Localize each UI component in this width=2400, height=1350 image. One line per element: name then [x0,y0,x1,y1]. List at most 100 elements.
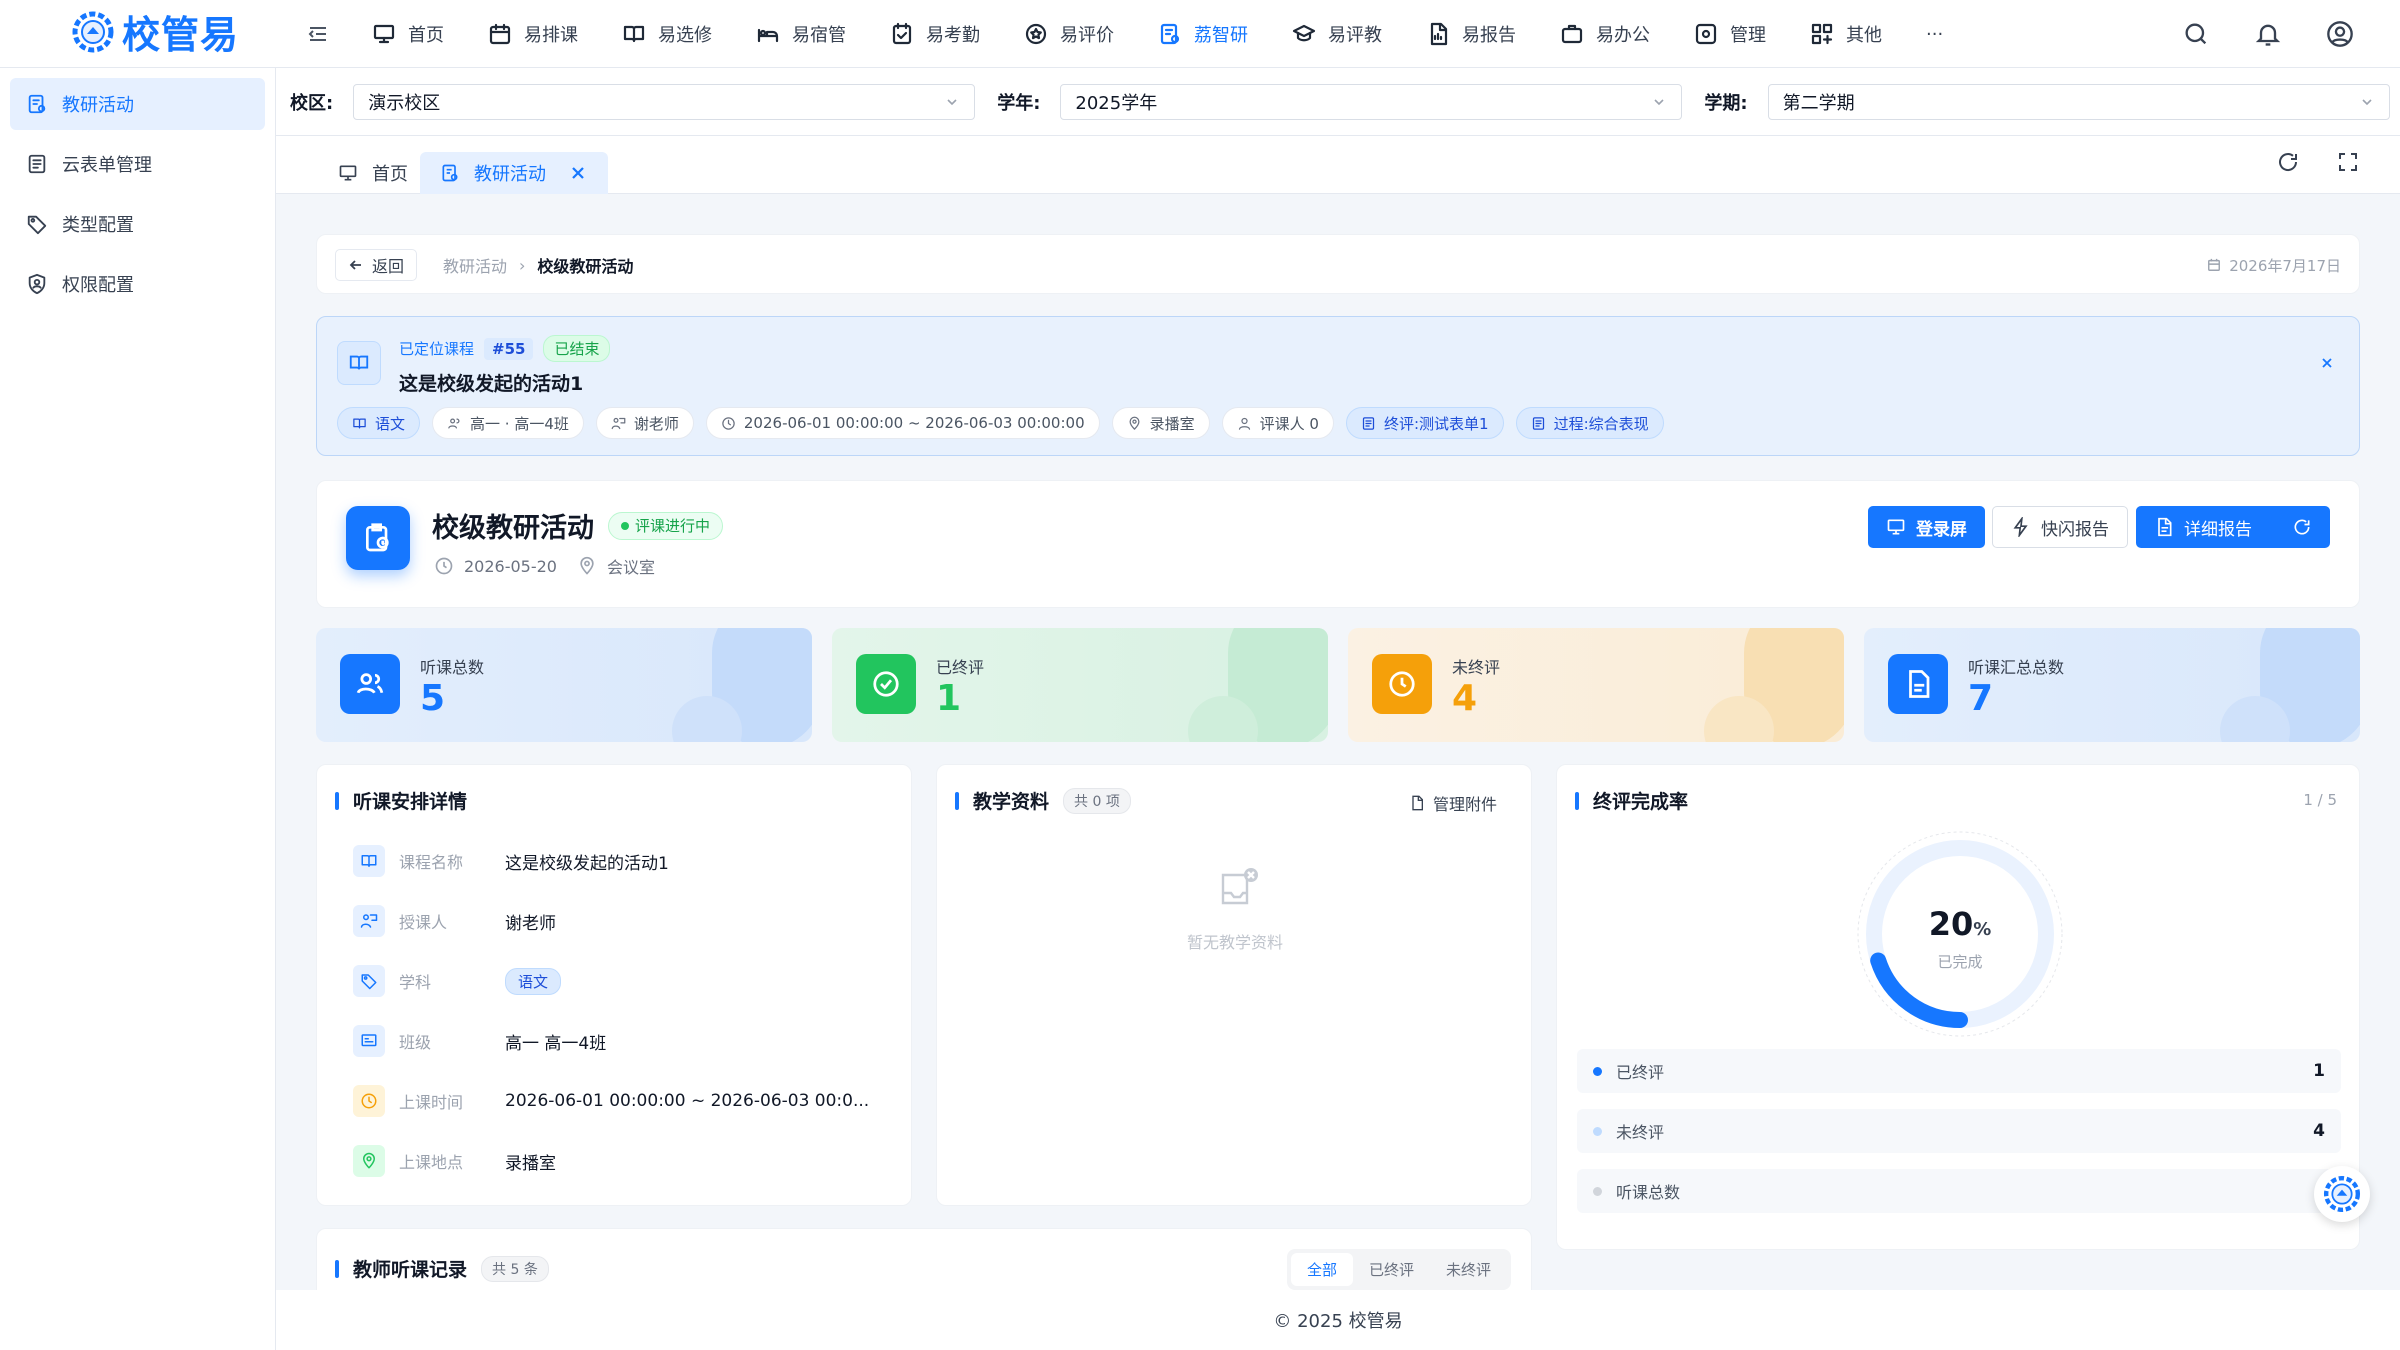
legend-dot [1593,1186,1602,1196]
nav-item-0[interactable]: 首页 [372,0,444,68]
legend-row: 已终评 1 [1577,1049,2341,1093]
schedule-row-value: 高一 高一4班 [505,1033,607,1054]
refresh-icon[interactable] [2276,150,2300,174]
people-icon [447,416,462,431]
nav-item-4[interactable]: 易考勤 [890,0,980,68]
top-navigation-bar: 校管易 首页 易排课 易选修 易宿管 易考勤 易评价 荔智研 易评教 易报告 易办公 管理 其他 ··· [0,0,2400,68]
year-label: 学年: [997,92,1041,114]
schedule-row-value: 录播室 [505,1153,556,1174]
chip-text: 评课人 0 [1259,414,1319,433]
location-icon [577,556,597,576]
nav-item-1[interactable]: 易排课 [488,0,578,68]
nav-item-12[interactable]: ··· [1926,0,1943,68]
nav-item-8[interactable]: 易报告 [1426,0,1516,68]
nav-item-5[interactable]: 易评价 [1024,0,1114,68]
sidebar-item-1[interactable]: 云表单管理 [10,138,265,190]
nav-item-7[interactable]: 易评教 [1292,0,1382,68]
chip-text: 高一 · 高一4班 [470,414,569,433]
nav-label: 易报告 [1462,25,1516,46]
floating-assistant-button[interactable] [2314,1166,2370,1222]
activity-meta: 2026-05-20 会议室 [434,554,655,578]
records-title-text: 教师听课记录 [353,1259,468,1281]
legend-dot [1593,1126,1602,1136]
document-icon [1888,654,1948,714]
page-date: 2026年7月17日 [2207,235,2341,295]
course-chip: 高一 · 高一4班 [432,407,584,439]
completion-value: 20% [1855,905,2065,943]
brand-logo[interactable]: 校管易 [68,4,239,59]
nav-label: 易选修 [658,25,712,46]
breadcrumb-parent[interactable]: 教研活动 [443,253,507,277]
briefcase-icon [1560,22,1584,46]
nav-item-6[interactable]: 荔智研 [1158,0,1248,68]
materials-title-text: 教学资料 [973,791,1050,813]
clock-icon [434,556,454,576]
stat-card-total: 听课总数 5 [316,628,812,742]
course-chip: 谢老师 [595,407,694,439]
nav-item-10[interactable]: 管理 [1694,0,1766,68]
close-icon[interactable] [2319,355,2335,371]
shield-user-icon [26,273,48,295]
sidebar-item-0[interactable]: 教研活动 [10,78,265,130]
location-icon [353,1145,385,1177]
status-badge: 已结束 [543,335,611,362]
user-avatar-icon[interactable] [2326,20,2354,48]
refresh-icon[interactable] [2292,517,2312,537]
star-badge-icon [1024,22,1048,46]
legend-label: 未终评 [1616,1123,1665,1142]
campus-select[interactable]: 演示校区 [353,83,976,120]
nav-item-11[interactable]: 其他 [1810,0,1882,68]
login-screen-button[interactable]: 登录屏 [1868,506,1985,548]
bed-icon [756,22,780,46]
year-select[interactable]: 2025学年 [1060,83,1683,120]
schedule-row: 学科 语文 [353,961,562,1001]
main-nav: 首页 易排课 易选修 易宿管 易考勤 易评价 荔智研 易评教 易报告 易办公 管理 其他 ··· [372,0,1987,68]
filter-pending[interactable]: 未终评 [1430,1253,1507,1286]
nav-item-9[interactable]: 易办公 [1560,0,1650,68]
sidebar-item-2[interactable]: 类型配置 [10,198,265,250]
schedule-row-value: 这是校级发起的活动1 [505,853,669,874]
legend-dot [1593,1066,1602,1076]
sidebar-item-label: 权限配置 [62,275,134,296]
bell-icon[interactable] [2254,20,2282,48]
quick-report-button[interactable]: 快闪报告 [1992,506,2128,548]
settings-box-icon [1694,22,1718,46]
term-select[interactable]: 第二学期 [1767,83,2390,120]
schedule-title: 听课安排详情 [335,787,467,814]
tab-label: 教研活动 [474,164,546,185]
search-icon[interactable] [2182,20,2210,48]
schedule-row-value: 谢老师 [505,913,556,934]
term-label: 学期: [1704,92,1748,114]
activity-place: 会议室 [606,558,655,577]
filter-all[interactable]: 全部 [1290,1253,1353,1286]
course-title: 这是校级发起的活动1 [399,373,584,395]
completion-percent: 20 [1928,905,1974,943]
close-icon[interactable] [568,163,588,183]
date-text: 2026年7月17日 [2229,256,2341,275]
nav-label: 易办公 [1596,25,1650,46]
nav-item-3[interactable]: 易宿管 [756,0,846,68]
nav-label: 其他 [1846,25,1882,46]
term-value: 第二学期 [1782,92,1855,114]
nav-item-2[interactable]: 易选修 [622,0,712,68]
class-icon [353,1025,385,1057]
filter-finalized[interactable]: 已终评 [1353,1253,1430,1286]
completion-sub: 已完成 [1937,953,1983,971]
course-chip: 2026-06-01 00:00:00 ~ 2026-06-03 00:00:0… [705,407,1100,439]
tab-label: 首页 [372,164,408,185]
nav-label: 易评教 [1328,25,1382,46]
collapse-menu-icon[interactable] [306,22,330,46]
fullscreen-icon[interactable] [2336,150,2360,174]
records-filter: 全部 已终评 未终评 [1286,1249,1511,1290]
legend-row: 听课总数 [1577,1169,2341,1213]
detail-report-button[interactable]: 详细报告 [2136,506,2330,548]
page-tabs: 首页 教研活动 [276,136,2400,194]
legend-label: 已终评 [1616,1063,1665,1082]
tab-research-activity[interactable]: 教研活动 [420,152,608,194]
chevron-down-icon [2362,98,2372,105]
sidebar-item-3[interactable]: 权限配置 [10,258,265,310]
back-button[interactable]: 返回 [335,249,418,281]
sidebar-item-label: 类型配置 [62,215,134,236]
manage-attachments-button[interactable]: 管理附件 [1409,791,1497,815]
tab-home[interactable]: 首页 [318,152,428,194]
